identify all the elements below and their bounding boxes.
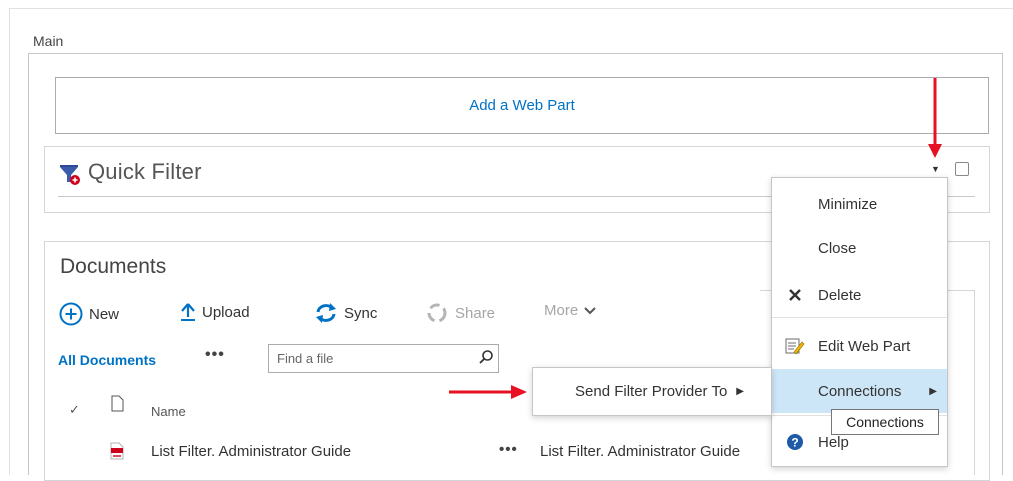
help-icon: ? (772, 433, 818, 451)
menu-item-label: Minimize (818, 195, 878, 213)
share-icon (425, 302, 449, 324)
menu-item-edit-web-part[interactable]: Edit Web Part (772, 324, 947, 368)
menu-item-close[interactable]: Close (772, 226, 947, 270)
new-label: New (89, 305, 120, 323)
x-icon (772, 288, 818, 302)
filter-icon (60, 165, 80, 185)
chevron-down-icon (584, 306, 596, 315)
menu-item-minimize[interactable]: Minimize (772, 182, 947, 226)
sync-label: Sync (344, 304, 378, 322)
web-part-select-checkbox[interactable] (955, 162, 969, 176)
more-button[interactable]: More (544, 302, 596, 319)
submenu-item-send-filter-provider[interactable]: Send Filter Provider To ▶ (575, 368, 744, 415)
menu-item-delete[interactable]: Delete (772, 273, 947, 317)
submenu-item-label: Send Filter Provider To (575, 383, 728, 400)
table-row-name[interactable]: List Filter. Administrator Guide (151, 443, 351, 460)
column-header-name[interactable]: Name (151, 404, 186, 419)
menu-item-label: Delete (818, 286, 862, 304)
menu-item-label: Edit Web Part (818, 337, 911, 355)
add-web-part-label: Add a Web Part (469, 97, 575, 114)
documents-title[interactable]: Documents (60, 255, 166, 279)
upload-arrow-icon (180, 302, 196, 322)
edit-icon (772, 337, 818, 355)
menu-item-label: Connections (818, 382, 902, 400)
tooltip: Connections (831, 409, 939, 435)
table-row-title: List Filter. Administrator Guide (540, 443, 741, 460)
connections-submenu: Send Filter Provider To ▶ (532, 367, 772, 416)
new-button[interactable]: New (59, 302, 119, 326)
tooltip-text: Connections (846, 414, 924, 430)
sync-icon (314, 302, 338, 324)
more-label: More (544, 302, 579, 319)
quick-filter-title: Quick Filter (88, 159, 202, 184)
share-label: Share (455, 304, 496, 322)
search-icon[interactable] (478, 349, 494, 365)
sync-button[interactable]: Sync (314, 302, 377, 324)
menu-item-connections[interactable]: Connections ▶ (772, 369, 947, 413)
zone-label: Main (33, 33, 64, 49)
select-all-check[interactable]: ✓ (69, 402, 80, 418)
share-button[interactable]: Share (425, 302, 495, 324)
svg-text:?: ? (791, 436, 798, 450)
upload-button[interactable]: Upload (180, 302, 250, 322)
view-all-documents[interactable]: All Documents (58, 352, 156, 368)
menu-separator (772, 317, 947, 318)
submenu-arrow-icon: ▶ (736, 386, 744, 397)
documents-inner-frame-right (974, 291, 975, 475)
pdf-file-icon (110, 442, 124, 460)
annotation-arrow-right (449, 385, 527, 399)
document-type-icon (111, 395, 124, 412)
view-more-ellipsis[interactable]: ••• (205, 346, 225, 364)
upload-label: Upload (202, 303, 250, 321)
web-part-menu-arrow[interactable]: ▼ (931, 164, 940, 174)
menu-item-label: Close (818, 239, 857, 257)
menu-item-label: Help (818, 433, 849, 451)
search-placeholder: Find a file (277, 351, 334, 366)
table-row-more[interactable]: ••• (499, 441, 518, 458)
submenu-arrow-icon: ▶ (929, 385, 937, 397)
add-web-part-button[interactable]: Add a Web Part (55, 77, 989, 134)
annotation-arrow-down (928, 78, 942, 158)
plus-circle-icon (59, 302, 83, 326)
